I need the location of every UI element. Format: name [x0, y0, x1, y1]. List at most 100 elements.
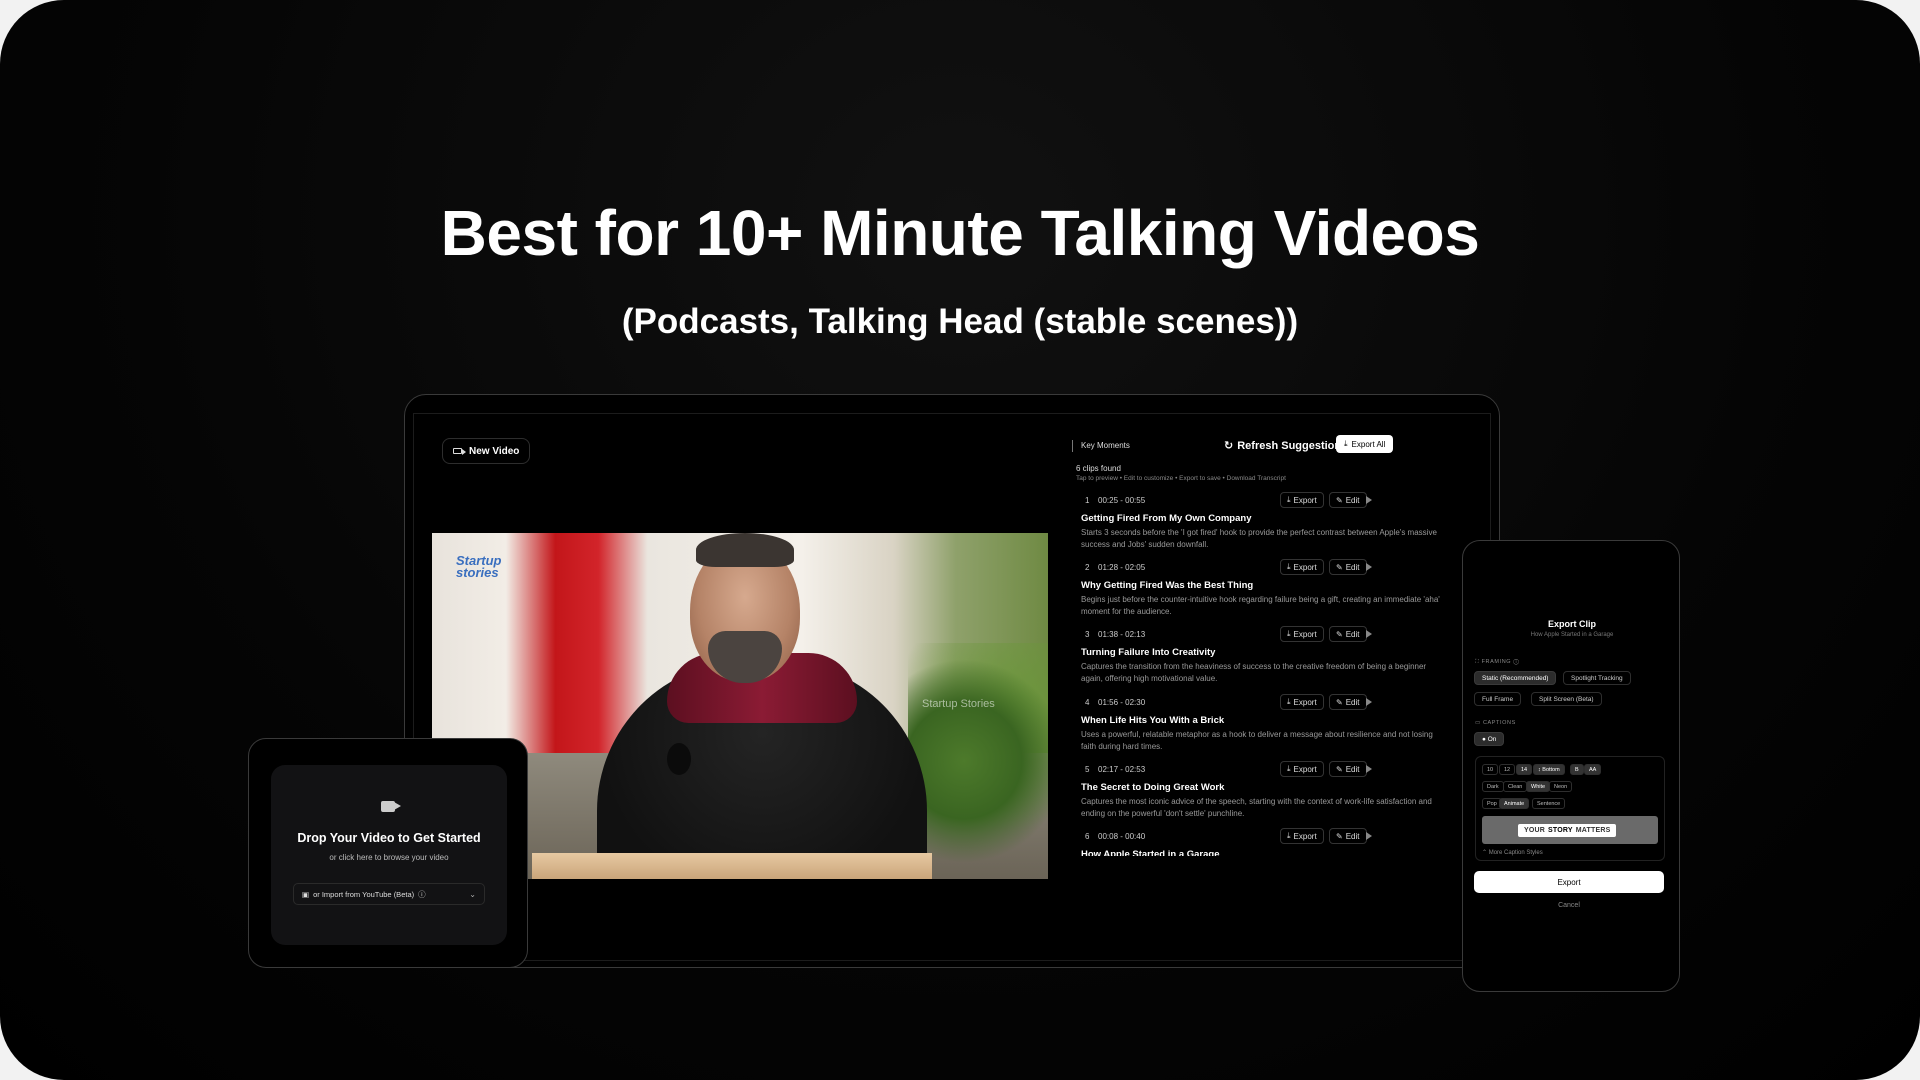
font-size-12[interactable]: 12: [1499, 764, 1516, 775]
play-icon[interactable]: [1366, 832, 1372, 840]
captions-toggle[interactable]: ● On: [1474, 732, 1505, 746]
clip-export-button[interactable]: ⤓ Export: [1280, 828, 1324, 844]
preview-word: MATTERS: [1575, 827, 1611, 834]
video-camera-icon: [453, 448, 466, 455]
more-caption-styles-link[interactable]: ⌃ More Caption Styles: [1482, 849, 1543, 856]
download-icon: ⤓: [1287, 831, 1291, 840]
key-moments-panel: Key Moments ↻ Refresh Suggestions ⤓ Expo…: [1072, 414, 1492, 962]
pencil-icon: ✎: [1336, 831, 1343, 841]
clip-number: 5: [1085, 765, 1090, 774]
clip-number: 3: [1085, 630, 1090, 639]
font-size-14[interactable]: 14: [1516, 764, 1533, 775]
instructions-text: Tap to preview • Edit to customize • Exp…: [1076, 475, 1225, 482]
theme-clean[interactable]: Clean: [1503, 781, 1528, 792]
clip-title: Why Getting Fired Was the Best Thing: [1081, 580, 1254, 591]
clip-edit-button[interactable]: ✎ Edit: [1329, 761, 1367, 777]
edit-label: Edit: [1345, 764, 1360, 774]
clips-count: 6 clips found: [1076, 464, 1121, 473]
clip-description: Uses a powerful, relatable metaphor as a…: [1081, 730, 1433, 751]
download-icon: ⤓: [1287, 697, 1291, 706]
export-button[interactable]: Export: [1474, 871, 1664, 893]
video-speaker-hair: [696, 533, 794, 567]
youtube-import-label: or Import from YouTube (Beta): [313, 889, 415, 899]
instructions-line: Tap to preview • Edit to customize • Exp…: [1076, 475, 1286, 482]
clip-description: Begins just before the counter-intuitive…: [1081, 595, 1440, 616]
phone-frame: Export Clip How Apple Started in a Garag…: [1462, 540, 1680, 992]
pencil-icon: ✎: [1336, 629, 1343, 639]
clip-description: Captures the transition from the heavine…: [1081, 662, 1427, 683]
pencil-icon: ✎: [1336, 697, 1343, 707]
theme-white[interactable]: White: [1526, 781, 1551, 792]
export-label: Export: [1293, 764, 1317, 774]
cancel-button[interactable]: Cancel: [1474, 897, 1664, 913]
edit-label: Edit: [1345, 697, 1360, 707]
position-bottom[interactable]: ↕ Bottom: [1533, 764, 1565, 775]
framing-option-static[interactable]: Static (Recommended): [1474, 671, 1557, 685]
clip-export-button[interactable]: ⤓ Export: [1280, 559, 1324, 575]
refresh-suggestions-button[interactable]: ↻ Refresh Suggestions: [1224, 439, 1347, 453]
framing-icon: ⛶: [1475, 659, 1480, 665]
clip-time-range: 01:28 - 02:05: [1098, 563, 1146, 572]
caption-style-box: 10 12 14 ↕ Bottom B AA Dark Clean White …: [1475, 756, 1665, 861]
info-icon: ⓘ: [418, 889, 426, 899]
export-clip-title: Export Clip: [1547, 619, 1596, 629]
video-drop-zone[interactable]: Drop Your Video to Get Started or click …: [271, 765, 507, 945]
clip-row[interactable]: 6 00:08 - 00:40 ⤓ Export ✎ Edit How Apple Star…: [1076, 828, 1486, 856]
youtube-import-dropdown[interactable]: ▣ or Import from YouTube (Beta) ⓘ ⌄: [293, 883, 485, 905]
theme-dark[interactable]: Dark: [1482, 781, 1504, 792]
section-marker: [1072, 440, 1073, 452]
clip-edit-button[interactable]: ✎ Edit: [1329, 828, 1367, 844]
new-video-button[interactable]: New Video: [442, 438, 531, 464]
channel-logo: Startup stories: [456, 553, 502, 580]
edit-label: Edit: [1345, 495, 1360, 505]
caption-preview: YOUR STORY MATTERS: [1482, 816, 1658, 844]
download-icon: ⤓: [1287, 629, 1291, 638]
export-all-button[interactable]: ⤓ Export All: [1336, 435, 1394, 453]
framing-option-split-screen[interactable]: Split Screen (Beta): [1531, 692, 1602, 706]
captions-toggle-label: On: [1487, 735, 1497, 743]
more-styles-label: More Caption Styles: [1488, 850, 1543, 856]
clip-edit-button[interactable]: ✎ Edit: [1329, 626, 1367, 642]
clip-export-button[interactable]: ⤓ Export: [1280, 492, 1324, 508]
download-icon: ⤓: [1287, 562, 1291, 571]
laptop-frame: New Video Startup stories Startup Stories…: [404, 394, 1500, 968]
download-icon: ⤓: [1287, 495, 1291, 504]
caption-preview-text: YOUR STORY MATTERS: [1518, 824, 1617, 837]
export-clip-subtitle: How Apple Started in a Garage: [1530, 632, 1614, 638]
clip-export-button[interactable]: ⤓ Export: [1280, 761, 1324, 777]
clip-edit-button[interactable]: ✎ Edit: [1329, 694, 1367, 710]
clip-time-range: 00:25 - 00:55: [1098, 496, 1146, 505]
export-all-label: Export All: [1351, 439, 1386, 449]
clip-title: Getting Fired From My Own Company: [1081, 513, 1252, 524]
theme-neon[interactable]: Neon: [1549, 781, 1573, 792]
case-toggle[interactable]: AA: [1584, 764, 1602, 775]
edit-label: Edit: [1345, 831, 1360, 841]
clip-export-button[interactable]: ⤓ Export: [1280, 694, 1324, 710]
framing-option-spotlight[interactable]: Spotlight Tracking: [1563, 671, 1631, 685]
play-icon[interactable]: [1366, 496, 1372, 504]
preview-word: YOUR: [1524, 827, 1546, 834]
framing-option-full-frame[interactable]: Full Frame: [1474, 692, 1522, 706]
download-transcript-link[interactable]: Download Transcript: [1227, 475, 1286, 482]
chevron-down-icon: ⌄: [469, 889, 476, 899]
play-icon[interactable]: [1366, 765, 1372, 773]
pencil-icon: ✎: [1336, 764, 1343, 774]
play-icon[interactable]: [1366, 698, 1372, 706]
clip-edit-button[interactable]: ✎ Edit: [1329, 492, 1367, 508]
youtube-icon: ▣: [302, 889, 310, 899]
clip-time-range: 01:38 - 02:13: [1098, 630, 1146, 639]
captions-label-text: CAPTIONS: [1482, 720, 1516, 726]
anim-sentence[interactable]: Sentence: [1532, 798, 1566, 809]
bold-toggle[interactable]: B: [1570, 764, 1584, 775]
drop-title: Drop Your Video to Get Started: [297, 831, 481, 845]
clip-time-range: 02:17 - 02:53: [1098, 765, 1146, 774]
anim-animate[interactable]: Animate: [1499, 798, 1530, 809]
clip-number: 2: [1085, 563, 1090, 572]
clip-edit-button[interactable]: ✎ Edit: [1329, 559, 1367, 575]
clip-export-button[interactable]: ⤓ Export: [1280, 626, 1324, 642]
export-label: Export: [1293, 495, 1317, 505]
video-microphone: [667, 743, 691, 775]
play-icon[interactable]: [1366, 630, 1372, 638]
font-size-10[interactable]: 10: [1482, 764, 1499, 775]
play-icon[interactable]: [1366, 563, 1372, 571]
